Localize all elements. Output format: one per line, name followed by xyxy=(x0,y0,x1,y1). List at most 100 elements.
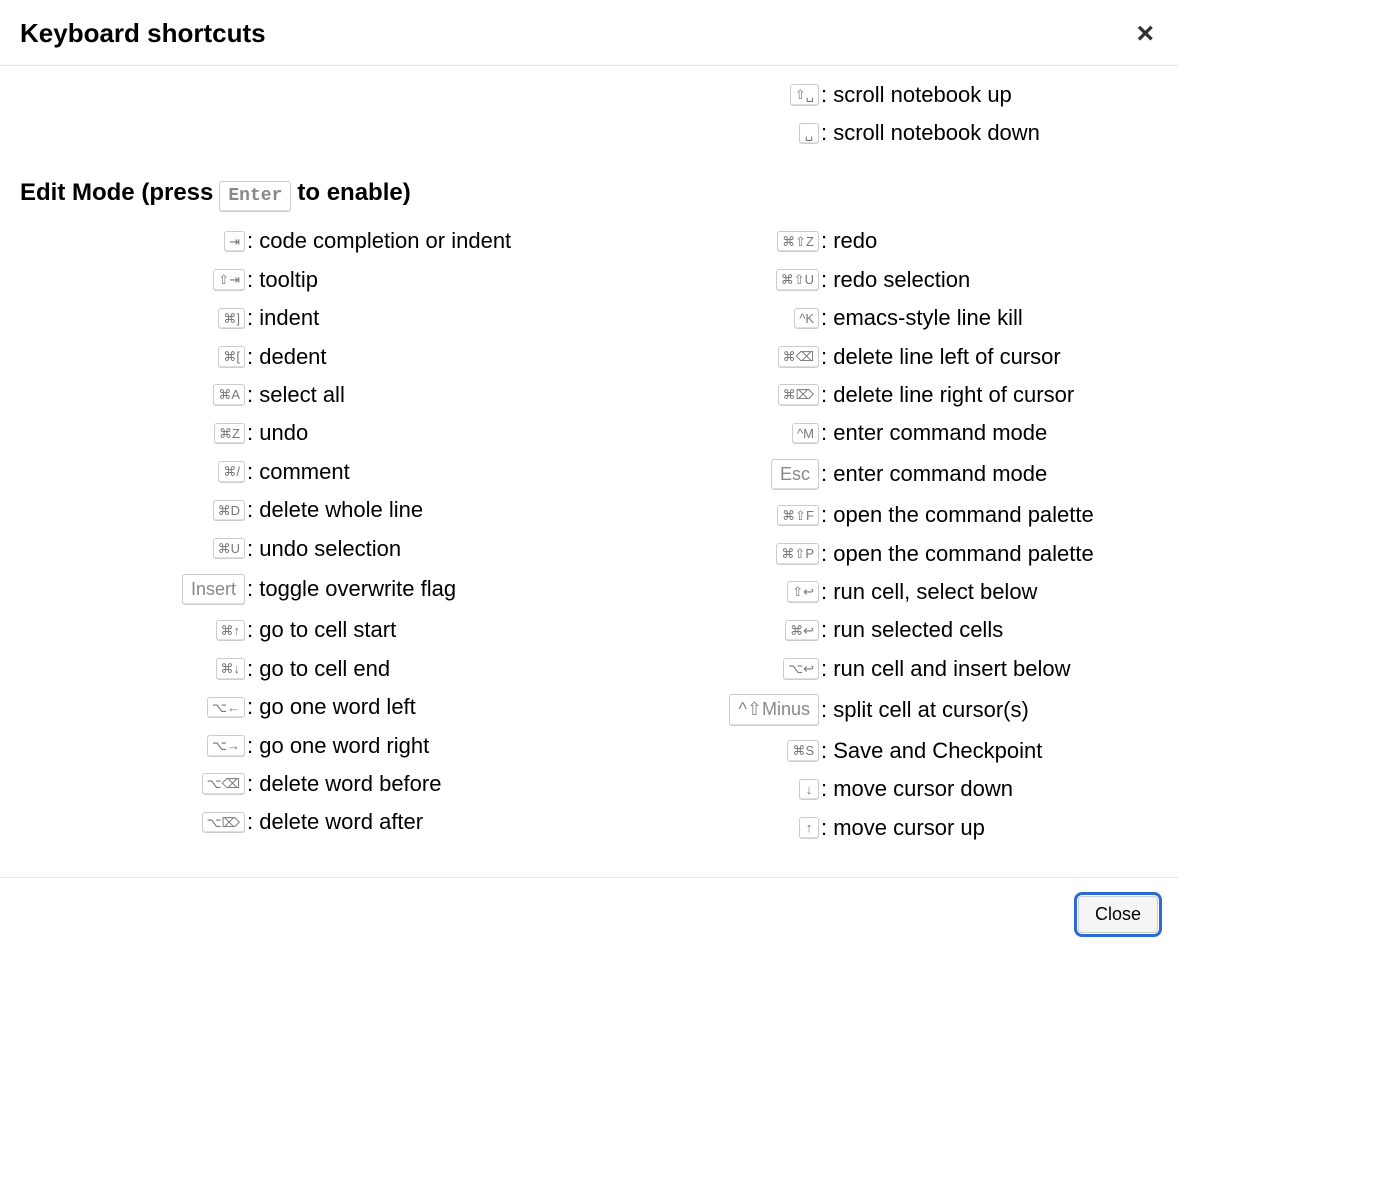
shortcut-keys: ⌥→ xyxy=(20,735,245,757)
shortcut-keys: ⌥← xyxy=(20,697,245,719)
shortcut-row: ⌘↩run selected cells xyxy=(589,617,1158,643)
shortcut-row: ⌘SSave and Checkpoint xyxy=(589,738,1158,764)
shortcut-row: ⌘Ddelete whole line xyxy=(20,497,589,523)
shortcut-row: ↓move cursor down xyxy=(589,776,1158,802)
shortcut-desc: go one word right xyxy=(245,733,429,759)
key: ⌘] xyxy=(218,308,245,330)
shortcut-keys: ^M xyxy=(589,423,819,445)
command-mode-tail: ⇧␣scroll notebook up␣scroll notebook dow… xyxy=(20,76,1158,159)
shortcut-row: ⌘⌫delete line left of cursor xyxy=(589,344,1158,370)
shortcut-keys: ⌘⇧Z xyxy=(589,231,819,253)
shortcut-keys: ⌘↩ xyxy=(589,620,819,642)
shortcut-keys: ⌘/ xyxy=(20,461,245,483)
shortcut-desc: enter command mode xyxy=(819,461,1047,487)
shortcut-keys: ⌘⌦ xyxy=(589,384,819,406)
close-button[interactable]: Close xyxy=(1078,896,1158,933)
key: ⌥← xyxy=(207,697,245,719)
key: ⇧⇥ xyxy=(213,269,245,291)
shortcut-desc: delete line right of cursor xyxy=(819,382,1074,408)
shortcut-keys: ⌘⇧F xyxy=(589,505,819,527)
shortcut-row: ⌘Uundo selection xyxy=(20,536,589,562)
shortcut-desc: move cursor down xyxy=(819,776,1013,802)
shortcut-desc: run cell, select below xyxy=(819,579,1037,605)
key: ⌘[ xyxy=(218,346,245,368)
shortcut-row: ⌥→go one word right xyxy=(20,733,589,759)
shortcut-desc: go to cell end xyxy=(245,656,390,682)
shortcut-row: Inserttoggle overwrite flag xyxy=(20,574,589,606)
key: ^M xyxy=(792,423,819,445)
key: ⌘Z xyxy=(214,423,245,445)
shortcut-row: ⌘⇧Popen the command palette xyxy=(589,541,1158,567)
shortcut-keys: ⌘Z xyxy=(20,423,245,445)
shortcut-desc: Save and Checkpoint xyxy=(819,738,1042,764)
edit-mode-heading: Edit Mode (press Enter to enable) xyxy=(20,179,1158,213)
key: ⌥⌫ xyxy=(202,773,245,795)
edit-mode-shortcuts: ⇥code completion or indent⇧⇥tooltip⌘]ind… xyxy=(20,222,1158,853)
shortcut-keys: ⇥ xyxy=(20,231,245,253)
shortcut-keys: ⌘⇧P xyxy=(589,543,819,565)
shortcut-desc: scroll notebook up xyxy=(819,82,1012,108)
shortcut-row: ⌥←go one word left xyxy=(20,694,589,720)
shortcut-row: ^⇧Minussplit cell at cursor(s) xyxy=(589,694,1158,726)
shortcut-keys: ⌘↓ xyxy=(20,658,245,680)
shortcut-row: ⌥⌦delete word after xyxy=(20,809,589,835)
key: ^⇧Minus xyxy=(729,694,819,726)
shortcut-desc: open the command palette xyxy=(819,502,1094,528)
shortcut-keys: ⌘U xyxy=(20,538,245,560)
shortcut-desc: delete word before xyxy=(245,771,441,797)
key: ⌘⌫ xyxy=(778,346,819,368)
key: ⌘D xyxy=(213,500,245,522)
shortcut-row: ⇧␣scroll notebook up xyxy=(589,82,1158,108)
dialog-header: Keyboard shortcuts × xyxy=(0,0,1178,66)
shortcut-desc: move cursor up xyxy=(819,815,985,841)
key: ⌘⌦ xyxy=(778,384,819,406)
dialog-title: Keyboard shortcuts xyxy=(20,18,266,49)
shortcut-desc: undo xyxy=(245,420,308,446)
key: ⌘⇧U xyxy=(776,269,819,291)
shortcut-desc: comment xyxy=(245,459,350,485)
shortcut-row: ⌘[dedent xyxy=(20,344,589,370)
shortcut-desc: redo selection xyxy=(819,267,970,293)
shortcut-desc: split cell at cursor(s) xyxy=(819,697,1029,723)
close-icon[interactable]: × xyxy=(1132,19,1158,49)
shortcut-row: ⌘⇧Fopen the command palette xyxy=(589,502,1158,528)
shortcut-keys: ⇧↩ xyxy=(589,581,819,603)
key: ⌘↓ xyxy=(216,658,246,680)
keyboard-shortcuts-dialog: Keyboard shortcuts × ⇧␣scroll notebook u… xyxy=(0,0,1178,953)
shortcut-desc: open the command palette xyxy=(819,541,1094,567)
shortcut-row: ⌘↑go to cell start xyxy=(20,617,589,643)
shortcut-desc: select all xyxy=(245,382,345,408)
shortcut-keys: ⇧␣ xyxy=(589,84,819,106)
dialog-body: ⇧␣scroll notebook up␣scroll notebook dow… xyxy=(0,66,1178,853)
shortcut-keys: ^K xyxy=(589,308,819,330)
shortcuts-column-right: ⌘⇧Zredo⌘⇧Uredo selection^Kemacs-style li… xyxy=(589,222,1158,853)
key: ⌘⇧F xyxy=(777,505,819,527)
shortcut-keys: ^⇧Minus xyxy=(589,694,819,726)
shortcut-row: ⌘Zundo xyxy=(20,420,589,446)
shortcut-row: ^Menter command mode xyxy=(589,420,1158,446)
shortcut-keys: Esc xyxy=(589,459,819,491)
shortcuts-column-left: ⇥code completion or indent⇧⇥tooltip⌘]ind… xyxy=(20,222,589,853)
shortcut-keys: Insert xyxy=(20,574,245,606)
shortcut-keys: ⌘[ xyxy=(20,346,245,368)
key: ⇥ xyxy=(224,231,245,253)
shortcut-keys: ⌥⌫ xyxy=(20,773,245,795)
key: ⇧↩ xyxy=(787,581,819,603)
shortcut-desc: delete word after xyxy=(245,809,423,835)
shortcut-desc: code completion or indent xyxy=(245,228,511,254)
shortcut-row: ⇥code completion or indent xyxy=(20,228,589,254)
shortcut-row: ⌥⌫delete word before xyxy=(20,771,589,797)
shortcut-desc: undo selection xyxy=(245,536,401,562)
shortcut-desc: scroll notebook down xyxy=(819,120,1040,146)
shortcut-desc: delete whole line xyxy=(245,497,423,523)
shortcut-keys: ⌥↩ xyxy=(589,658,819,680)
shortcut-row: ⌘/comment xyxy=(20,459,589,485)
shortcut-row: ⌘Aselect all xyxy=(20,382,589,408)
shortcut-desc: indent xyxy=(245,305,319,331)
key: ⌘U xyxy=(213,538,245,560)
heading-text-suffix: to enable) xyxy=(297,179,410,207)
shortcut-desc: go one word left xyxy=(245,694,416,720)
enter-key: Enter xyxy=(219,181,291,213)
key: Insert xyxy=(182,574,245,606)
key: ⌥⌦ xyxy=(202,812,245,834)
